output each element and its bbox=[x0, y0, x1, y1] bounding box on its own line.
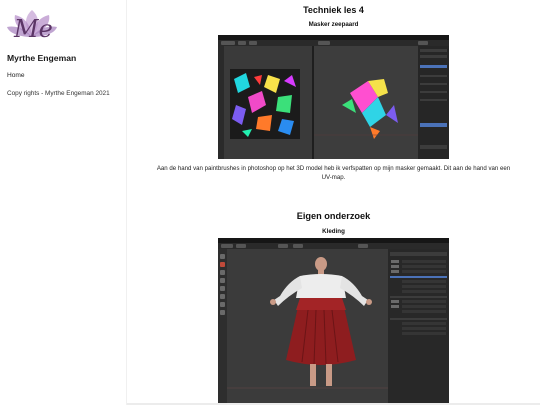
nav-link-home[interactable]: Home bbox=[7, 72, 25, 79]
section-subtitle-masker: Masker zeepaard bbox=[308, 21, 359, 28]
site-title[interactable]: Myrthe Engeman bbox=[7, 53, 76, 63]
main-content: Techniek les 4 Masker zeepaard Aan de ha… bbox=[127, 0, 540, 405]
section-title-eigen-onderzoek: Eigen onderzoek bbox=[296, 211, 371, 221]
caption-uv-map: Aan de hand van paintbrushes in photosho… bbox=[156, 165, 511, 181]
section-subtitle-kleding: Kleding bbox=[322, 228, 345, 235]
blender-clothing-image bbox=[218, 238, 449, 405]
copyright-text: Copy rights - Myrthe Engeman 2021 bbox=[7, 90, 110, 97]
blender-uv-image bbox=[218, 35, 449, 159]
section-title-techniek: Techniek les 4 bbox=[303, 5, 364, 15]
sidebar: Me Myrthe Engeman Home Copy rights - Myr… bbox=[0, 0, 127, 405]
logo-icon[interactable]: Me bbox=[5, 6, 59, 44]
blender-clothing-screenshot bbox=[218, 238, 449, 405]
logo-text: Me bbox=[13, 15, 53, 43]
blender-uv-screenshot bbox=[218, 35, 449, 159]
